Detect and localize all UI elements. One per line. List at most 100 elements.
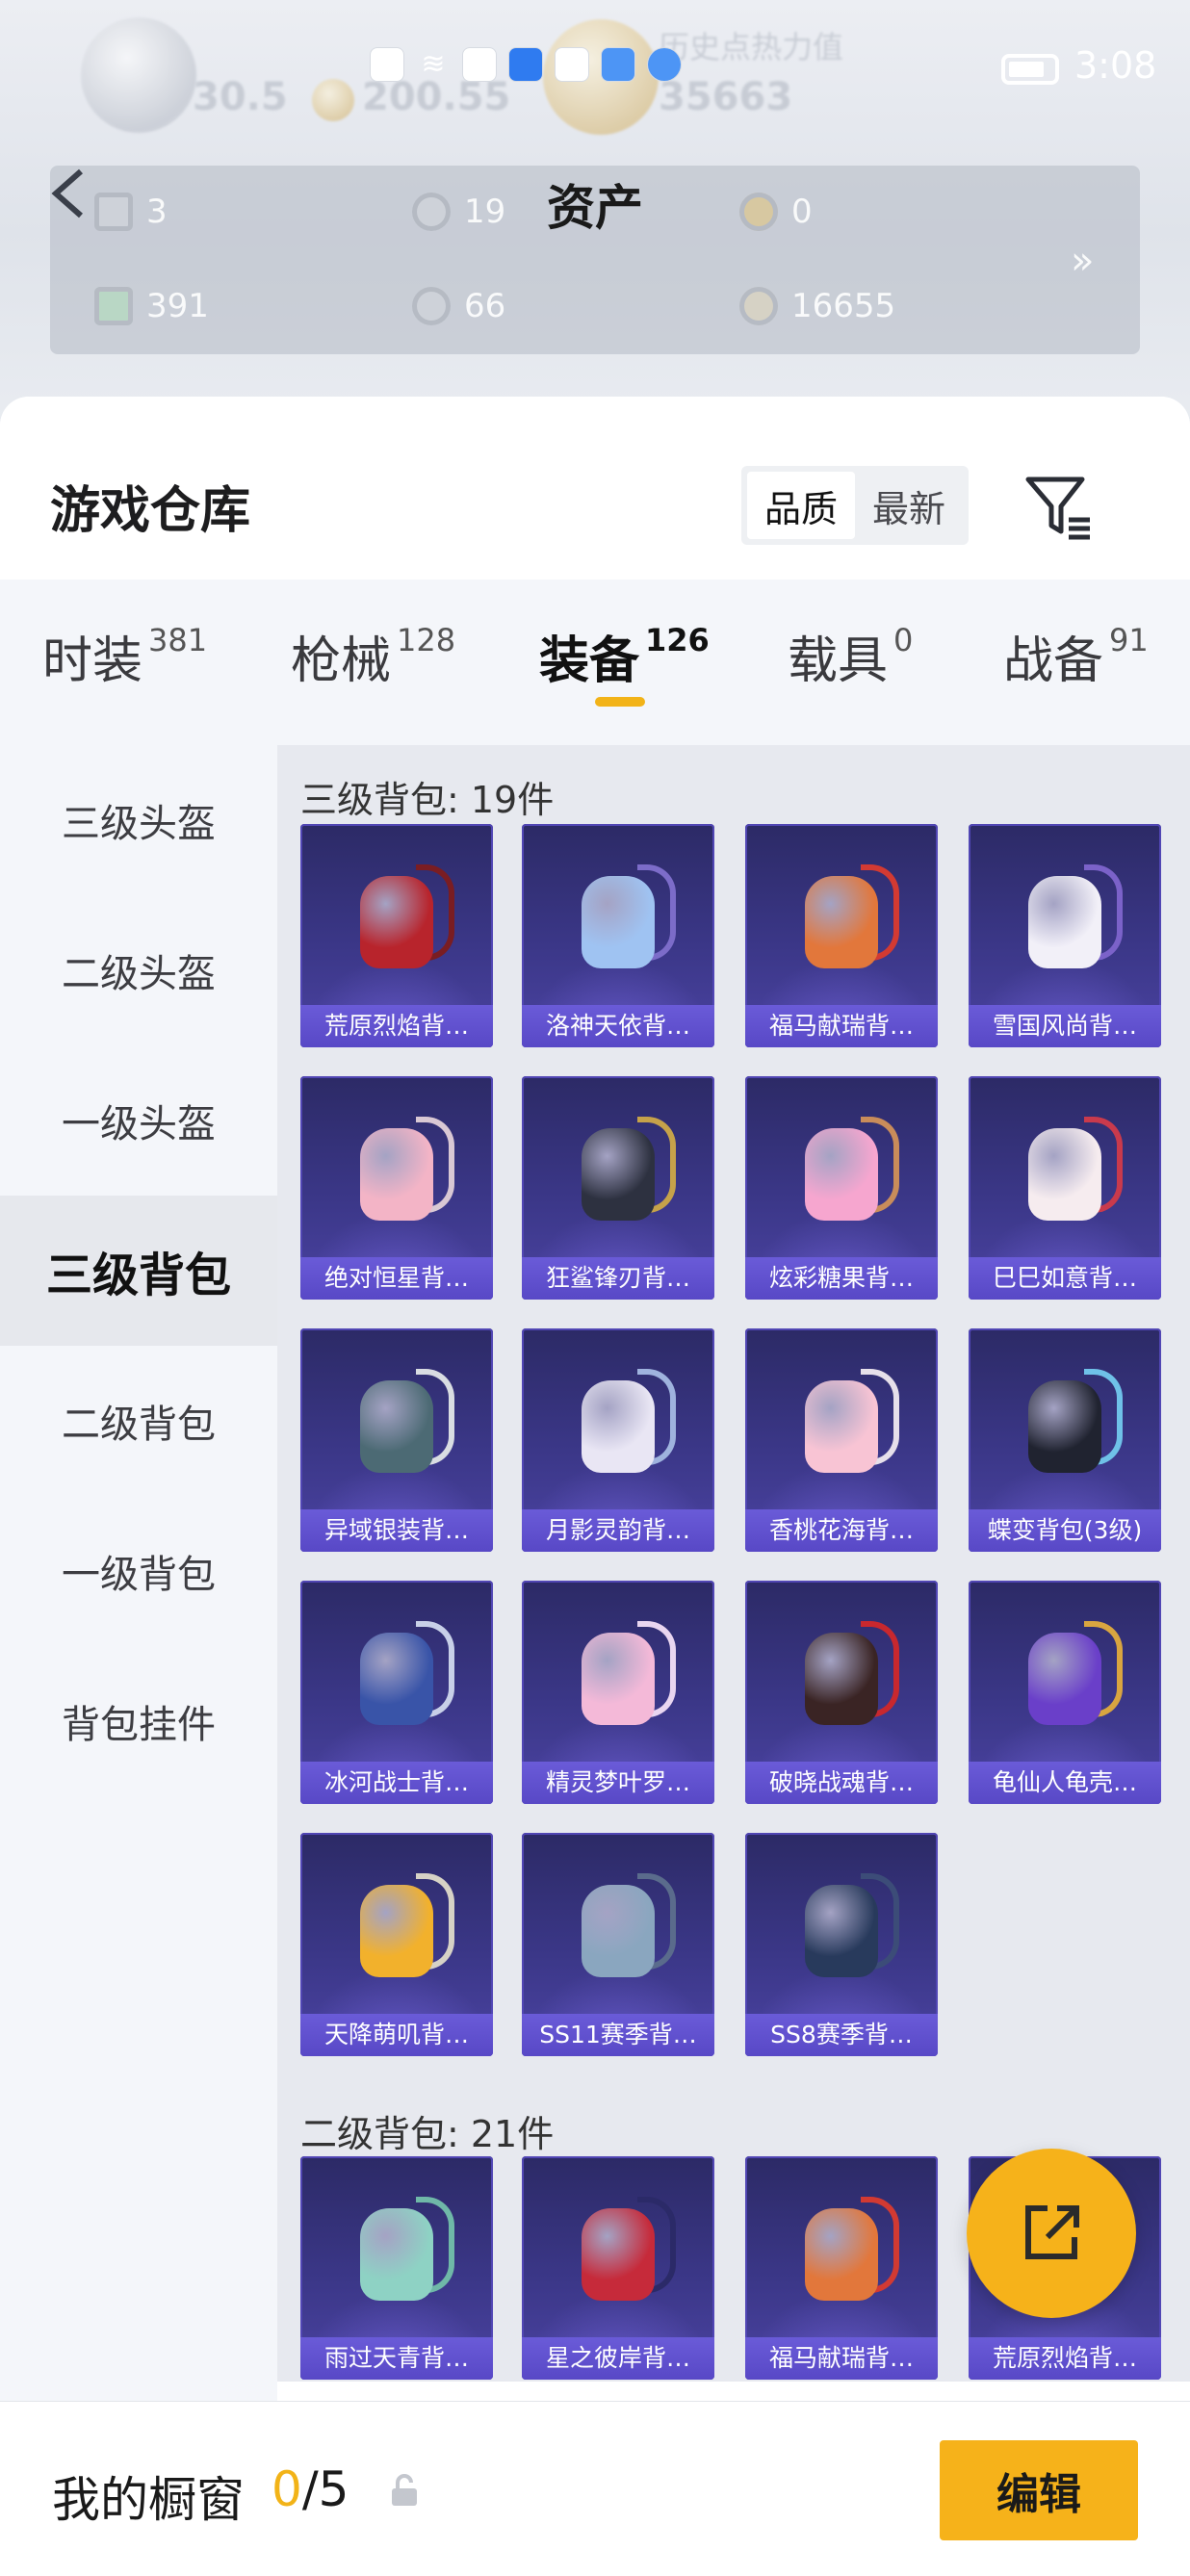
asset-value: 66 bbox=[464, 287, 506, 325]
tab-count: 91 bbox=[1109, 622, 1149, 658]
item-card[interactable]: 洛神天依背… bbox=[522, 824, 714, 1047]
wifi-icon: ≋ bbox=[421, 47, 446, 81]
asset-silver-coin: 19 bbox=[412, 193, 505, 231]
open-external-icon bbox=[1025, 2205, 1079, 2259]
item-card[interactable]: SS11赛季背… bbox=[522, 1833, 714, 2056]
lock-icon bbox=[392, 2474, 417, 2506]
showcase-bar: 我的橱窗 0/5 编辑 bbox=[0, 2401, 1190, 2576]
tab-equipment[interactable]: 装备 126 bbox=[539, 620, 710, 692]
item-name: 蝶变背包(3级) bbox=[969, 1509, 1161, 1552]
section-title: 二级背包: 21件 bbox=[300, 2113, 555, 2155]
sidebar-item-helmet-lv2[interactable]: 二级头盔 bbox=[0, 895, 277, 1045]
category-tabs: 时装 381 枪械 128 装备 126 载具 0 战备 91 bbox=[0, 580, 1190, 745]
tab-fashion[interactable]: 时装 381 bbox=[42, 620, 207, 692]
backpack-icon bbox=[793, 859, 899, 974]
item-name: 洛神天依背… bbox=[522, 1005, 714, 1047]
item-name: 精灵梦叶罗… bbox=[522, 1762, 714, 1804]
open-external-button[interactable] bbox=[967, 2149, 1136, 2318]
item-name: 雪国风尚背… bbox=[969, 1005, 1161, 1047]
backpack-icon bbox=[793, 1615, 899, 1731]
tab-supplies[interactable]: 战备 91 bbox=[1003, 620, 1149, 692]
tab-label: 装备 bbox=[539, 632, 640, 690]
item-name: 异域银装背… bbox=[300, 1509, 493, 1552]
item-card[interactable]: SS8赛季背… bbox=[745, 1833, 938, 2056]
backpack-icon bbox=[349, 1111, 454, 1226]
item-name: 龟仙人龟壳… bbox=[969, 1762, 1161, 1804]
item-card[interactable]: 福马献瑞背… bbox=[745, 2156, 938, 2380]
item-card[interactable]: 星之彼岸背… bbox=[522, 2156, 714, 2380]
edit-button[interactable]: 编辑 bbox=[940, 2440, 1138, 2540]
item-card[interactable]: 雨过天青背… bbox=[300, 2156, 493, 2380]
item-card[interactable]: 破晓战魂背… bbox=[745, 1581, 938, 1804]
item-name: 荒原烈焰背… bbox=[969, 2337, 1161, 2380]
backpack-icon bbox=[1017, 1615, 1123, 1731]
item-card[interactable]: 绝对恒星背… bbox=[300, 1076, 493, 1300]
asset-bp-coin: 16655 bbox=[739, 287, 895, 325]
battery-icon bbox=[1001, 54, 1059, 85]
showcase-count: 0/5 bbox=[272, 2461, 349, 2517]
sidebar-item-backpack-pendant[interactable]: 背包挂件 bbox=[0, 1646, 277, 1796]
item-name: 雨过天青背… bbox=[300, 2337, 493, 2380]
asset-panel[interactable]: 3 19 0 391 66 16655 bbox=[50, 166, 1140, 354]
item-card[interactable]: 炫彩糖果背… bbox=[745, 1076, 938, 1300]
backpack-icon bbox=[1017, 859, 1123, 974]
item-name: 香桃花海背… bbox=[745, 1509, 938, 1552]
sidebar-item-backpack-lv2[interactable]: 二级背包 bbox=[0, 1346, 277, 1496]
item-card[interactable]: 蝶变背包(3级) bbox=[969, 1328, 1161, 1552]
asset-value: 19 bbox=[464, 193, 506, 231]
item-card[interactable]: 巳巳如意背… bbox=[969, 1076, 1161, 1300]
sort-toggle: 品质 最新 bbox=[741, 466, 969, 545]
item-name: 巳巳如意背… bbox=[969, 1257, 1161, 1300]
item-name: 星之彼岸背… bbox=[522, 2337, 714, 2380]
warehouse-title: 游戏仓库 bbox=[50, 482, 251, 540]
sort-quality-button[interactable]: 品质 bbox=[747, 472, 855, 539]
item-name: 月影灵韵背… bbox=[522, 1509, 714, 1552]
item-card[interactable]: 异域银装背… bbox=[300, 1328, 493, 1552]
status-time: 3:08 bbox=[1074, 44, 1157, 87]
item-name: 荒原烈焰背… bbox=[300, 1005, 493, 1047]
tab-vehicles[interactable]: 载具 0 bbox=[788, 620, 913, 692]
asset-gold-coin: 0 bbox=[739, 193, 813, 231]
tab-label: 战备 bbox=[1003, 632, 1104, 690]
showcase-label: 我的橱窗 bbox=[52, 2472, 245, 2528]
sidebar-item-backpack-lv3[interactable]: 三级背包 bbox=[0, 1196, 277, 1346]
item-card[interactable]: 狂鲨锋刃背… bbox=[522, 1076, 714, 1300]
sidebar-item-helmet-lv1[interactable]: 一级头盔 bbox=[0, 1045, 277, 1196]
backpack-icon bbox=[1017, 1111, 1123, 1226]
item-name: 破晓战魂背… bbox=[745, 1762, 938, 1804]
back-arrow-icon[interactable] bbox=[42, 160, 110, 227]
item-card[interactable]: 雪国风尚背… bbox=[969, 824, 1161, 1047]
asset-more-arrow-icon[interactable]: » bbox=[1071, 239, 1094, 283]
tab-guns[interactable]: 枪械 128 bbox=[291, 620, 455, 692]
sort-newest-button[interactable]: 最新 bbox=[855, 472, 963, 539]
item-card[interactable]: 精灵梦叶罗… bbox=[522, 1581, 714, 1804]
item-card[interactable]: 龟仙人龟壳… bbox=[969, 1581, 1161, 1804]
warehouse-header: 游戏仓库 品质 最新 bbox=[0, 397, 1190, 580]
ticket-icon bbox=[94, 287, 133, 325]
sidebar-item-helmet-lv3[interactable]: 三级头盔 bbox=[0, 745, 277, 895]
notification-icons: ≋ bbox=[371, 48, 681, 81]
asset-value: 3 bbox=[146, 193, 168, 231]
backpack-icon bbox=[349, 1363, 454, 1479]
sim-icon bbox=[371, 48, 403, 81]
backpack-icon bbox=[1017, 1363, 1123, 1479]
cloud-icon bbox=[602, 48, 634, 81]
tab-count: 381 bbox=[148, 622, 208, 658]
backpack-icon bbox=[349, 1868, 454, 1983]
item-card[interactable]: 天降萌叽背… bbox=[300, 1833, 493, 2056]
item-name: SS11赛季背… bbox=[522, 2014, 714, 2056]
sidebar-item-backpack-lv1[interactable]: 一级背包 bbox=[0, 1496, 277, 1646]
backpack-icon bbox=[793, 1111, 899, 1226]
item-card[interactable]: 香桃花海背… bbox=[745, 1328, 938, 1552]
item-name: 福马献瑞背… bbox=[745, 1005, 938, 1047]
backpack-icon bbox=[570, 1363, 676, 1479]
item-card[interactable]: 荒原烈焰背… bbox=[300, 824, 493, 1047]
item-card[interactable]: 福马献瑞背… bbox=[745, 824, 938, 1047]
item-name: 狂鲨锋刃背… bbox=[522, 1257, 714, 1300]
filter-icon[interactable] bbox=[1021, 468, 1098, 545]
showcase-count-total: /5 bbox=[301, 2461, 349, 2517]
item-card[interactable]: 冰河战士背… bbox=[300, 1581, 493, 1804]
item-card[interactable]: 月影灵韵背… bbox=[522, 1328, 714, 1552]
backpack-icon bbox=[570, 1615, 676, 1731]
item-name: SS8赛季背… bbox=[745, 2014, 938, 2056]
